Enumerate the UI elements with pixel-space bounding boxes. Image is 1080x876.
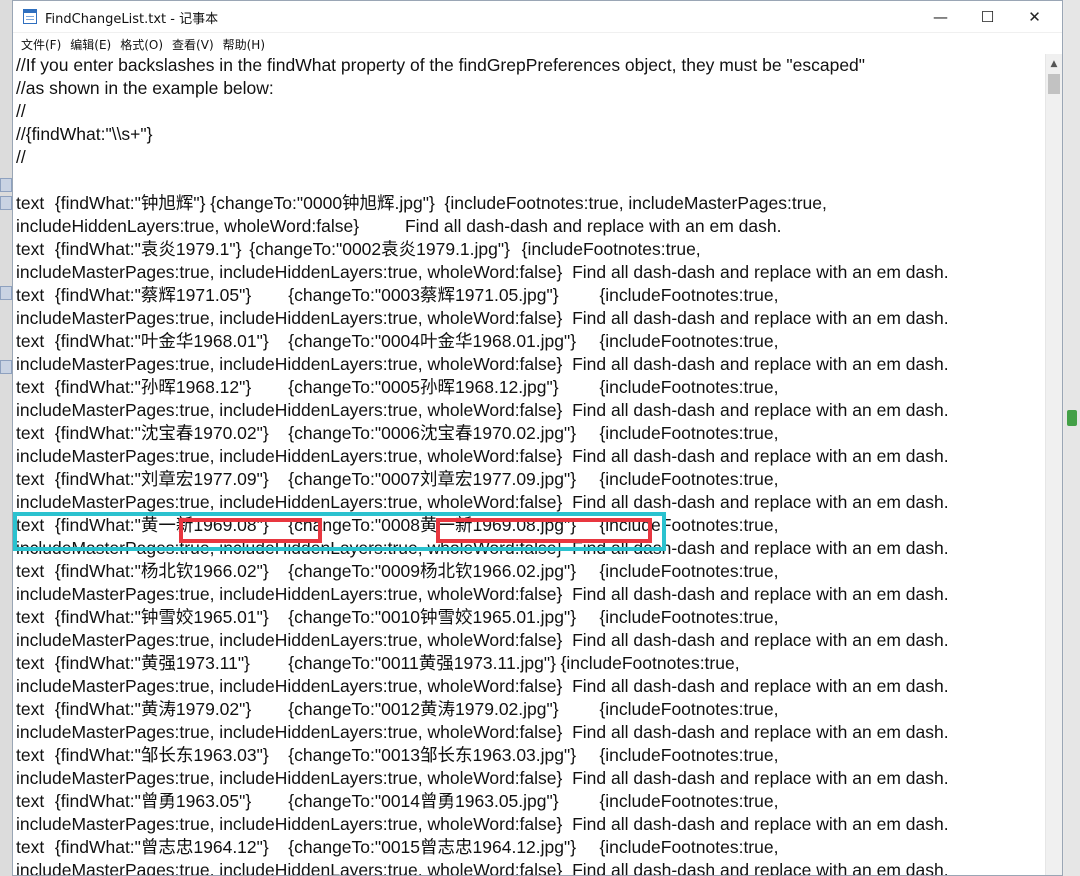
window-title: FindChangeList.txt - 记事本 xyxy=(45,12,219,27)
text-editor[interactable]: //If you enter backslashes in the findWh… xyxy=(13,54,1045,875)
text-line[interactable]: // xyxy=(16,100,1044,123)
text-line[interactable]: includeMasterPages:true, includeHiddenLa… xyxy=(16,629,1044,652)
text-line[interactable]: includeMasterPages:true, includeHiddenLa… xyxy=(16,583,1044,606)
text-line[interactable]: text {findWhat:"黄一新1969.08"} {changeTo:"… xyxy=(16,514,1044,537)
background-window-marker xyxy=(0,286,12,300)
text-line[interactable]: text {findWhat:"袁炎1979.1"} {changeTo:"00… xyxy=(16,238,1044,261)
text-line[interactable]: text {findWhat:"曾志忠1964.12"} {changeTo:"… xyxy=(16,836,1044,859)
text-line[interactable]: includeMasterPages:true, includeHiddenLa… xyxy=(16,399,1044,422)
menu-edit[interactable]: 编辑(E) xyxy=(66,36,115,53)
text-line[interactable]: text {findWhat:"黄涛1979.02"} {changeTo:"0… xyxy=(16,698,1044,721)
text-line[interactable]: includeMasterPages:true, includeHiddenLa… xyxy=(16,307,1044,330)
text-line[interactable]: //as shown in the example below: xyxy=(16,77,1044,100)
text-line[interactable]: text {findWhat:"孙晖1968.12"} {changeTo:"0… xyxy=(16,376,1044,399)
background-scroll-indicator xyxy=(1067,410,1077,426)
menu-help[interactable]: 帮助(H) xyxy=(219,36,269,53)
notepad-window: FindChangeList.txt - 记事本 — ☐ ✕ 文件(F) 编辑(… xyxy=(12,0,1063,876)
text-line[interactable]: // xyxy=(16,146,1044,169)
background-window-marker xyxy=(0,196,12,210)
text-line[interactable]: text {findWhat:"杨北钦1966.02"} {changeTo:"… xyxy=(16,560,1044,583)
text-line[interactable]: includeMasterPages:true, includeHiddenLa… xyxy=(16,491,1044,514)
menu-bar: 文件(F) 编辑(E) 格式(O) 查看(V) 帮助(H) xyxy=(13,33,1062,55)
text-line[interactable]: includeMasterPages:true, includeHiddenLa… xyxy=(16,767,1044,790)
minimize-button[interactable]: — xyxy=(917,1,964,32)
text-line[interactable]: includeMasterPages:true, includeHiddenLa… xyxy=(16,445,1044,468)
text-line[interactable] xyxy=(16,169,1044,192)
menu-view[interactable]: 查看(V) xyxy=(168,36,218,53)
text-line[interactable]: text {findWhat:"蔡辉1971.05"} {changeTo:"0… xyxy=(16,284,1044,307)
text-line[interactable]: includeHiddenLayers:true, wholeWord:fals… xyxy=(16,215,1044,238)
text-line[interactable]: text {findWhat:"叶金华1968.01"} {changeTo:"… xyxy=(16,330,1044,353)
text-line[interactable]: text {findWhat:"黄强1973.11"} {changeTo:"0… xyxy=(16,652,1044,675)
notepad-icon xyxy=(23,9,37,24)
text-line[interactable]: includeMasterPages:true, includeHiddenLa… xyxy=(16,537,1044,560)
title-bar[interactable]: FindChangeList.txt - 记事本 — ☐ ✕ xyxy=(13,1,1062,33)
menu-file[interactable]: 文件(F) xyxy=(17,36,65,53)
background-window-edge xyxy=(0,0,12,876)
text-line[interactable]: includeMasterPages:true, includeHiddenLa… xyxy=(16,859,1044,875)
text-line[interactable]: includeMasterPages:true, includeHiddenLa… xyxy=(16,261,1044,284)
text-line[interactable]: text {findWhat:"钟雪姣1965.01"} {changeTo:"… xyxy=(16,606,1044,629)
background-window-marker xyxy=(0,360,12,374)
text-line[interactable]: text {findWhat:"曾勇1963.05"} {changeTo:"0… xyxy=(16,790,1044,813)
vertical-scrollbar[interactable]: ▲ xyxy=(1045,54,1062,875)
text-line[interactable]: text {findWhat:"钟旭辉"} {changeTo:"0000钟旭辉… xyxy=(16,192,1044,215)
background-window-marker xyxy=(0,178,12,192)
text-content[interactable]: //If you enter backslashes in the findWh… xyxy=(16,54,1044,875)
scrollbar-thumb[interactable] xyxy=(1048,74,1060,94)
menu-format[interactable]: 格式(O) xyxy=(116,36,167,53)
text-line[interactable]: includeMasterPages:true, includeHiddenLa… xyxy=(16,353,1044,376)
text-line[interactable]: //If you enter backslashes in the findWh… xyxy=(16,54,1044,77)
close-button[interactable]: ✕ xyxy=(1011,1,1058,32)
text-line[interactable]: text {findWhat:"刘章宏1977.09"} {changeTo:"… xyxy=(16,468,1044,491)
text-line[interactable]: includeMasterPages:true, includeHiddenLa… xyxy=(16,721,1044,744)
text-line[interactable]: //{findWhat:"\\s+"} xyxy=(16,123,1044,146)
text-line[interactable]: includeMasterPages:true, includeHiddenLa… xyxy=(16,813,1044,836)
background-window-right xyxy=(1064,0,1080,876)
text-line[interactable]: includeMasterPages:true, includeHiddenLa… xyxy=(16,675,1044,698)
text-line[interactable]: text {findWhat:"邹长东1963.03"} {changeTo:"… xyxy=(16,744,1044,767)
scroll-up-icon[interactable]: ▲ xyxy=(1046,56,1062,72)
maximize-button[interactable]: ☐ xyxy=(964,1,1011,32)
text-line[interactable]: text {findWhat:"沈宝春1970.02"} {changeTo:"… xyxy=(16,422,1044,445)
